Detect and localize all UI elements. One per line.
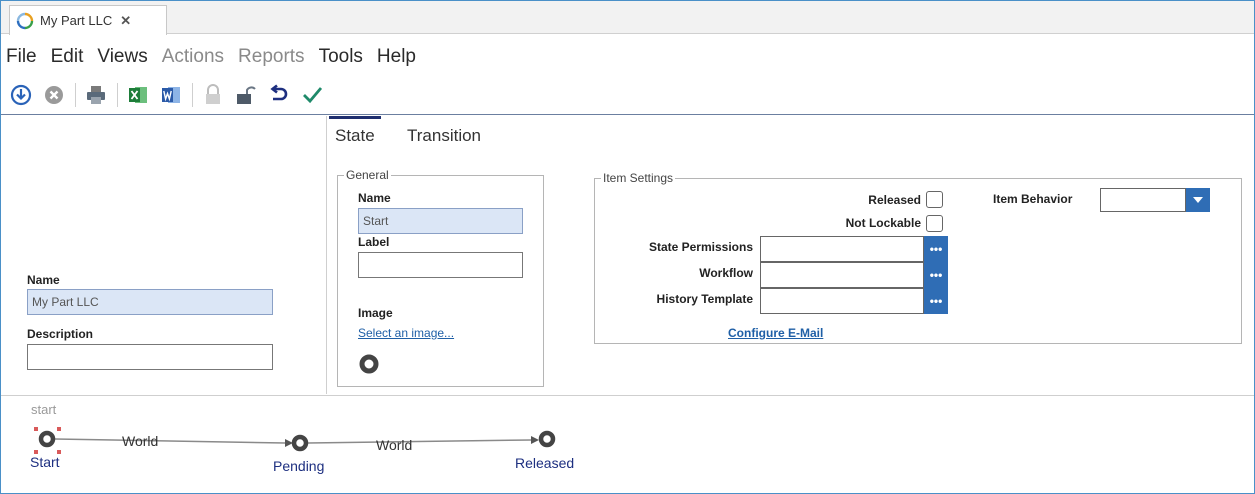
menu-tools[interactable]: Tools — [319, 46, 363, 68]
item-settings-legend: Item Settings — [601, 171, 676, 185]
undo-button[interactable] — [265, 81, 293, 109]
unlock-button[interactable] — [232, 81, 260, 109]
print-button[interactable] — [82, 81, 110, 109]
chevron-down-icon — [1193, 197, 1203, 203]
menu-views[interactable]: Views — [97, 46, 147, 68]
lock-icon — [206, 83, 220, 104]
save-button[interactable] — [7, 81, 35, 109]
item-behavior-label: Item Behavior — [993, 192, 1073, 206]
cancel-icon — [45, 85, 63, 104]
menu-reports[interactable]: Reports — [238, 46, 305, 68]
description-label: Description — [27, 327, 94, 341]
not-lockable-label: Not Lockable — [845, 216, 921, 230]
select-image-link[interactable]: Select an image... — [358, 326, 454, 340]
document-tab-strip: My Part LLC ✕ — [1, 1, 1254, 35]
excel-icon — [129, 86, 147, 103]
history-template-picker-button[interactable]: ••• — [924, 288, 948, 314]
state-permissions-label: State Permissions — [648, 240, 753, 254]
tab-transition[interactable]: Transition — [401, 116, 487, 152]
toolbar — [1, 75, 1254, 115]
state-node-start[interactable] — [34, 427, 61, 454]
toolbar-separator — [75, 82, 76, 107]
lifecycle-map-icon — [16, 12, 34, 30]
printer-icon — [87, 85, 105, 104]
history-template-label: History Template — [656, 292, 753, 306]
transition-edge[interactable] — [54, 438, 293, 447]
state-image-icon — [359, 354, 379, 374]
lock-button[interactable] — [199, 81, 227, 109]
node-label-pending: Pending — [273, 458, 325, 474]
state-label-field[interactable] — [358, 252, 523, 278]
node-label-released: Released — [515, 455, 575, 471]
workflow-field[interactable] — [760, 262, 924, 288]
discard-button[interactable] — [40, 81, 68, 109]
released-label: Released — [868, 193, 921, 207]
item-behavior-dropdown-button[interactable] — [1186, 188, 1210, 212]
document-tab-title: My Part LLC — [40, 13, 113, 28]
toolbar-separator — [117, 82, 118, 107]
state-permissions-field[interactable] — [760, 236, 924, 262]
general-group: General Name Start Label Image Select an… — [337, 168, 544, 387]
document-tab[interactable]: My Part LLC ✕ — [9, 5, 167, 35]
description-field[interactable] — [27, 344, 273, 370]
tab-state[interactable]: State — [329, 116, 381, 152]
menu-help[interactable]: Help — [377, 46, 416, 68]
word-icon — [162, 86, 180, 103]
workflow-label: Workflow — [699, 266, 753, 280]
state-node-released[interactable] — [538, 430, 556, 448]
export-excel-button[interactable] — [124, 81, 152, 109]
checkmark-icon — [303, 86, 323, 103]
state-node-pending[interactable] — [291, 434, 309, 452]
diagram-canvas — [34, 427, 556, 454]
menu-edit[interactable]: Edit — [51, 46, 84, 68]
transition-edge[interactable] — [307, 436, 539, 444]
start-tag: start — [31, 402, 57, 417]
menu-bar: File Edit Views Actions Reports Tools He… — [1, 39, 430, 75]
name-field[interactable]: My Part LLC — [27, 289, 273, 315]
state-name-field[interactable]: Start — [358, 208, 523, 234]
history-template-field[interactable] — [760, 288, 924, 314]
menu-actions[interactable]: Actions — [162, 46, 224, 68]
configure-email-link[interactable]: Configure E-Mail — [728, 326, 823, 340]
state-permissions-picker-button[interactable]: ••• — [924, 236, 948, 262]
toolbar-separator — [192, 82, 193, 107]
not-lockable-checkbox[interactable] — [926, 215, 943, 232]
name-label: Name — [27, 273, 60, 287]
node-label-start: Start — [30, 454, 60, 470]
state-label-label: Label — [358, 235, 390, 249]
edge-label-world: World — [122, 433, 159, 449]
workflow-picker-button[interactable]: ••• — [924, 262, 948, 288]
undo-icon — [270, 83, 288, 100]
released-checkbox[interactable] — [926, 191, 943, 208]
image-label: Image — [358, 306, 393, 320]
unlock-icon — [237, 85, 256, 104]
save-download-icon — [10, 84, 32, 105]
item-behavior-select[interactable] — [1100, 188, 1186, 212]
menu-file[interactable]: File — [6, 46, 37, 68]
edge-label-world: World — [376, 437, 413, 453]
close-icon[interactable]: ✕ — [120, 13, 131, 29]
lifecycle-diagram: start Start Pending Released World World — [1, 395, 1254, 493]
state-name-label: Name — [358, 191, 391, 205]
properties-left-pane: Name My Part LLC Description — [1, 116, 327, 394]
item-settings-group: Item Settings Released Not Lockable Item… — [594, 171, 1242, 344]
export-word-button[interactable] — [157, 81, 185, 109]
general-legend: General — [344, 168, 391, 182]
done-button[interactable] — [298, 81, 326, 109]
